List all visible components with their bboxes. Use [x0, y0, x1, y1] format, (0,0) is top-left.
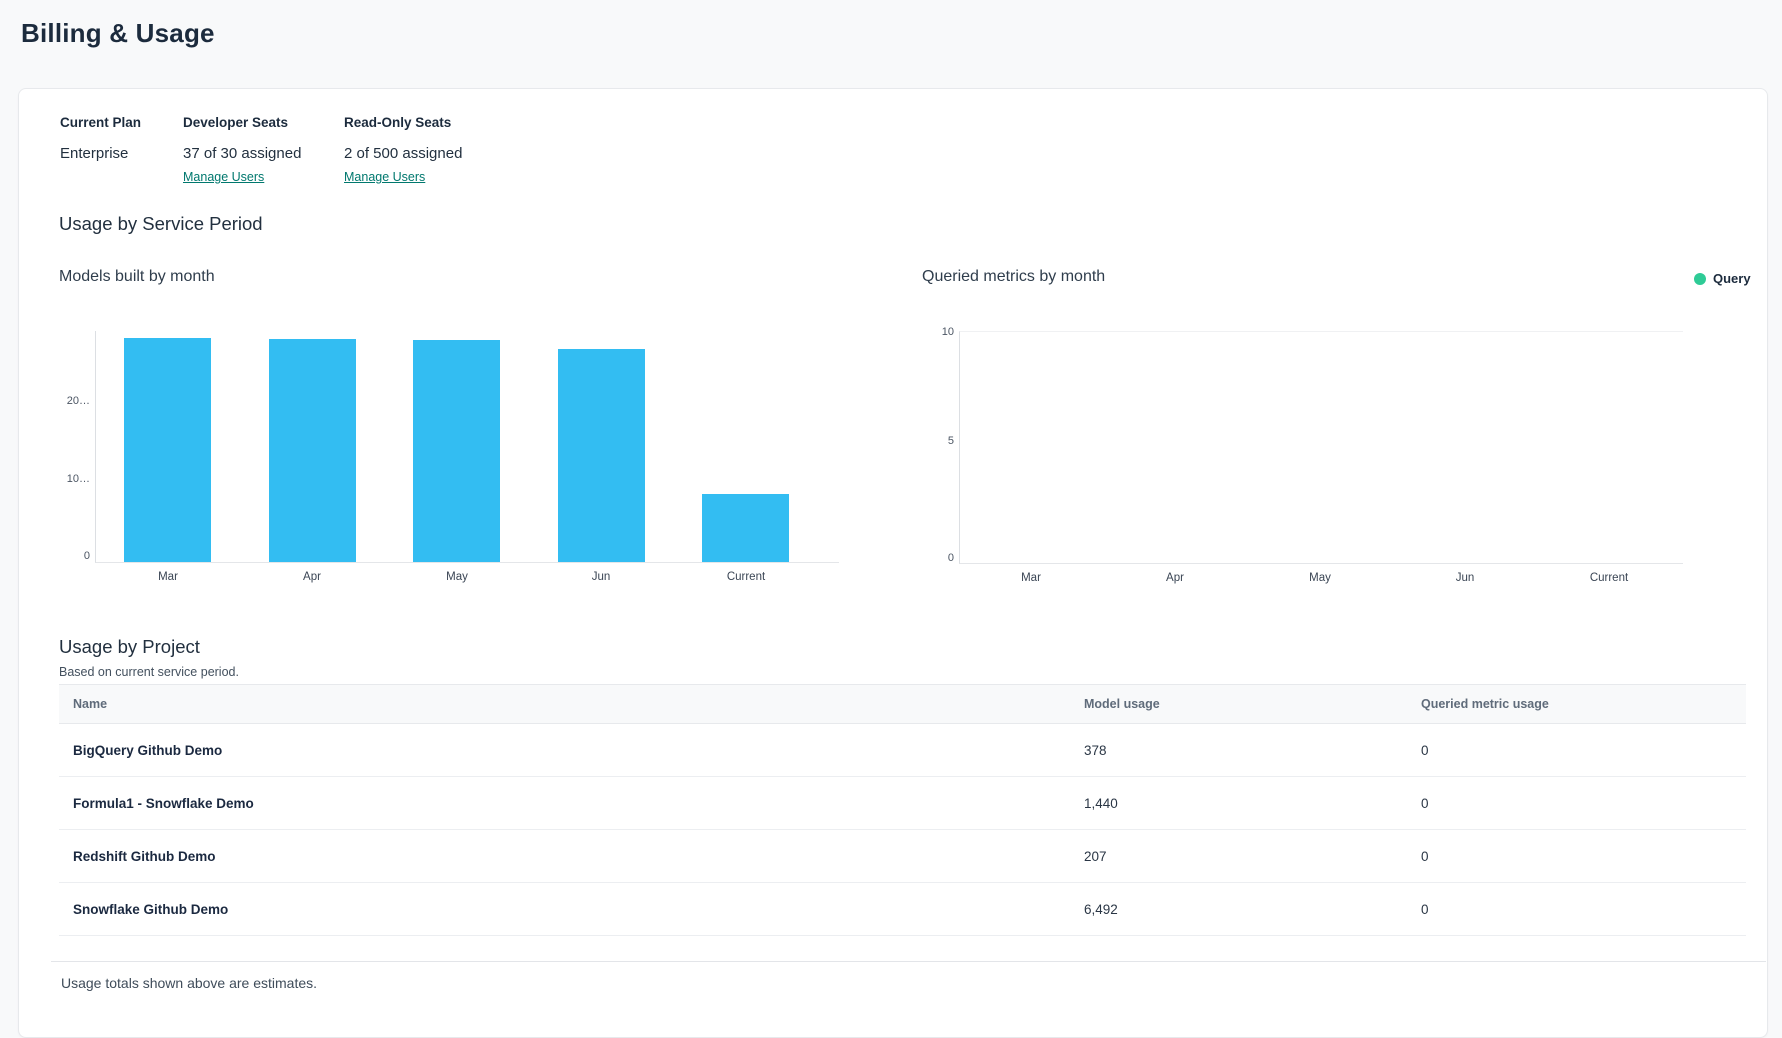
- bottom-divider: [51, 961, 1766, 962]
- current-plan-label: Current Plan: [60, 115, 141, 130]
- bar-jun: [558, 349, 645, 562]
- models-ytick-0: 0: [46, 549, 90, 563]
- table-row: BigQuery Github Demo 378 0: [59, 724, 1746, 777]
- readonly-seats-label: Read-Only Seats: [344, 115, 451, 130]
- bar-mar: [124, 338, 211, 562]
- usage-by-service-period-title: Usage by Service Period: [59, 213, 263, 235]
- table-row: Snowflake Github Demo 6,492 0: [59, 883, 1746, 936]
- table-row: Formula1 - Snowflake Demo 1,440 0: [59, 777, 1746, 830]
- legend-query[interactable]: Query: [1694, 271, 1751, 286]
- project-name: Formula1 - Snowflake Demo: [59, 796, 1084, 811]
- models-chart-plot: 0 10… 20… Mar Apr May Jun Current: [95, 331, 839, 563]
- current-plan-value: Enterprise: [60, 145, 128, 162]
- models-chart-title: Models built by month: [59, 268, 215, 286]
- models-xlabel-apr: Apr: [267, 571, 357, 583]
- billing-card: Current Plan Enterprise Developer Seats …: [18, 88, 1768, 1038]
- readonly-seats-section: Read-Only Seats 2 of 500 assigned Manage…: [344, 115, 451, 130]
- queried-chart-plot: 0 5 10 Mar Apr May Jun Current: [959, 331, 1683, 564]
- query-legend-dot-icon: [1694, 273, 1706, 285]
- project-name: BigQuery Github Demo: [59, 743, 1084, 758]
- project-name: Snowflake Github Demo: [59, 902, 1084, 917]
- bar-current: [702, 494, 789, 562]
- queried-xlabel-mar: Mar: [986, 572, 1076, 584]
- column-header-queried: Queried metric usage: [1421, 697, 1746, 711]
- models-xlabel-mar: Mar: [123, 571, 213, 583]
- developer-seats-label: Developer Seats: [183, 115, 288, 130]
- project-queried-usage: 0: [1421, 902, 1746, 917]
- queried-xlabel-apr: Apr: [1130, 572, 1220, 584]
- models-xlabel-jun: Jun: [556, 571, 646, 583]
- column-header-name: Name: [59, 697, 1084, 711]
- models-xlabel-current: Current: [701, 571, 791, 583]
- developer-seats-section: Developer Seats 37 of 30 assigned Manage…: [183, 115, 288, 130]
- column-header-model: Model usage: [1084, 697, 1421, 711]
- project-model-usage: 6,492: [1084, 902, 1421, 917]
- usage-by-project-table: Name Model usage Queried metric usage Bi…: [59, 684, 1746, 936]
- project-model-usage: 378: [1084, 743, 1421, 758]
- project-name: Redshift Github Demo: [59, 849, 1084, 864]
- project-model-usage: 207: [1084, 849, 1421, 864]
- queried-ytick-5: 5: [910, 434, 954, 448]
- developer-manage-users-link[interactable]: Manage Users: [183, 170, 264, 184]
- page-title: Billing & Usage: [21, 18, 215, 49]
- current-plan-section: Current Plan Enterprise: [60, 115, 141, 130]
- models-xlabel-may: May: [412, 571, 502, 583]
- queried-xlabel-may: May: [1275, 572, 1365, 584]
- project-model-usage: 1,440: [1084, 796, 1421, 811]
- table-row: Redshift Github Demo 207 0: [59, 830, 1746, 883]
- models-ytick-10000: 10…: [46, 472, 90, 486]
- queried-ytick-0: 0: [910, 551, 954, 565]
- queried-chart-title: Queried metrics by month: [922, 268, 1105, 286]
- project-queried-usage: 0: [1421, 849, 1746, 864]
- readonly-manage-users-link[interactable]: Manage Users: [344, 170, 425, 184]
- usage-by-project-title: Usage by Project: [59, 636, 200, 658]
- queried-ytick-10: 10: [910, 325, 954, 339]
- bar-apr: [269, 339, 356, 562]
- queried-xlabel-jun: Jun: [1420, 572, 1510, 584]
- models-ytick-20000: 20…: [46, 394, 90, 408]
- queried-xlabel-current: Current: [1564, 572, 1654, 584]
- project-queried-usage: 0: [1421, 743, 1746, 758]
- readonly-seats-value: 2 of 500 assigned: [344, 145, 462, 162]
- usage-by-project-subtitle: Based on current service period.: [59, 665, 239, 679]
- bar-may: [413, 340, 500, 562]
- project-queried-usage: 0: [1421, 796, 1746, 811]
- query-legend-label: Query: [1713, 271, 1751, 286]
- developer-seats-value: 37 of 30 assigned: [183, 145, 301, 162]
- table-header-row: Name Model usage Queried metric usage: [59, 684, 1746, 724]
